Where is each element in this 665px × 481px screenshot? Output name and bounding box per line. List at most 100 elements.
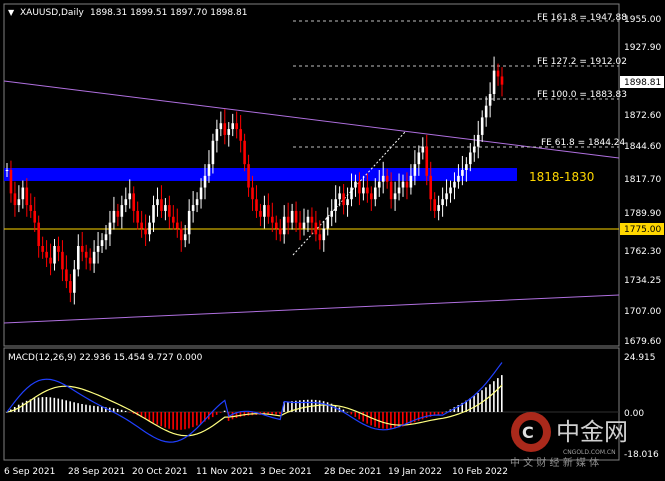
macd-bar (417, 412, 420, 421)
macd-bar (57, 398, 60, 412)
support-zone (4, 168, 517, 181)
macd-bar (303, 399, 305, 412)
candle-body (441, 199, 444, 206)
candle-body (425, 146, 429, 176)
candle-body (88, 257, 92, 264)
candle-body (476, 134, 480, 147)
candle-body (120, 205, 124, 217)
candle-body (358, 181, 361, 194)
candle-body (377, 181, 381, 188)
macd-bar (77, 403, 79, 412)
candle-body (124, 199, 128, 206)
candle-body (298, 222, 302, 229)
macd-bar (21, 402, 24, 412)
macd-bar (378, 412, 380, 428)
svg-text:中 文 财 经 新 媒 体: 中 文 财 经 新 媒 体 (510, 456, 599, 469)
candle-body (45, 251, 48, 258)
candle-body (274, 222, 278, 229)
macd-bar (85, 404, 87, 412)
candle-body (128, 193, 132, 200)
candle-body (199, 187, 203, 200)
candle-body (215, 129, 219, 141)
macd-bar (168, 412, 170, 429)
candle-body (278, 228, 282, 235)
candle-body (306, 216, 310, 223)
candle-body (33, 210, 37, 223)
macd-bar (164, 412, 166, 428)
candle-body (76, 245, 80, 270)
candle-body (144, 228, 147, 235)
candle-body (500, 76, 504, 85)
candle-body (211, 140, 215, 165)
candle-body (168, 205, 171, 217)
macd-bar (497, 378, 499, 412)
macd-bar (275, 412, 277, 415)
candle-body (449, 187, 452, 194)
candle-body (239, 129, 242, 141)
date-tick: 10 Feb 2022 (452, 467, 508, 477)
date-tick: 28 Sep 2021 (68, 467, 125, 477)
price-chart[interactable]: 1818-1830 FE 161.8 = 1947.88 FE 127.2 = … (0, 0, 665, 481)
macd-bar (350, 412, 353, 415)
candle-body (271, 216, 274, 223)
macd-bar (41, 397, 44, 412)
macd-bar (124, 410, 127, 412)
candle-body (21, 187, 25, 200)
price-tick: 1955.00 (624, 15, 661, 25)
price-tick: 1844.60 (624, 142, 661, 152)
macd-bar (489, 384, 491, 412)
candle-body (409, 175, 413, 188)
macd-bar (394, 412, 396, 429)
candle-body (187, 210, 191, 235)
candle-body (350, 187, 353, 200)
candle-body (41, 245, 44, 252)
price-tick: 1707.00 (624, 307, 661, 317)
fe-label: FE 127.2 = 1912.02 (537, 57, 627, 67)
candle-body (251, 187, 254, 200)
date-tick: 28 Dec 2021 (324, 467, 382, 477)
macd-tick: -18.016 (624, 450, 659, 460)
date-tick: 20 Oct 2021 (132, 467, 188, 477)
macd-bar (176, 412, 178, 430)
candle-body (472, 146, 476, 153)
candle-body (405, 181, 409, 188)
macd-bar (93, 405, 95, 412)
candle-body (223, 123, 227, 135)
candle-body (310, 216, 314, 223)
candle-body (465, 164, 468, 170)
macd-bar (441, 412, 444, 414)
macd-bar (101, 406, 103, 412)
candle-body (5, 169, 9, 171)
candle-body (326, 216, 330, 229)
macd-tick: 24.915 (624, 353, 656, 363)
candle-body (191, 205, 195, 211)
candle-body (49, 257, 52, 264)
symbol-label: XAUUSD,Daily (20, 8, 84, 18)
candle-body (294, 210, 298, 223)
candle-body (175, 222, 179, 229)
candle-body (370, 193, 373, 200)
candle-body (314, 222, 318, 235)
date-tick: 11 Nov 2021 (196, 467, 254, 477)
fe-label: FE 100.0 = 1883.83 (537, 90, 627, 100)
candle-body (401, 181, 405, 188)
candle-body (219, 123, 223, 130)
price-tick: 1679.60 (624, 337, 661, 347)
candle-body (183, 234, 187, 241)
candle-body (389, 181, 393, 200)
candle-body (69, 281, 72, 293)
macd-bar (65, 400, 67, 412)
candle-body (461, 169, 464, 176)
candle-body (160, 199, 163, 211)
candle-body (57, 245, 60, 252)
macd-bar (287, 401, 289, 412)
candle-body (65, 269, 68, 282)
fe-label: FE 161.8 = 1947.88 (537, 13, 627, 23)
candle-body (433, 199, 436, 211)
macd-bar (156, 412, 159, 425)
macd-bar (382, 412, 384, 429)
candle-body (148, 222, 151, 235)
price-tick: 1927.90 (624, 43, 661, 53)
candle-body (496, 70, 500, 77)
macd-bar (354, 412, 357, 417)
